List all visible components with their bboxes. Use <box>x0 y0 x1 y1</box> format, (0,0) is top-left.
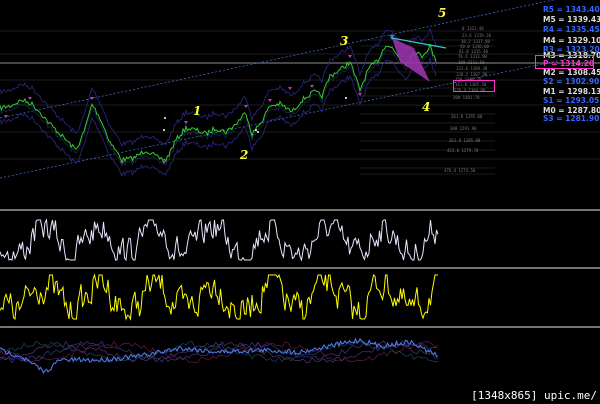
pivot-level-label: R5 = 1343.40 <box>543 5 600 14</box>
pivot-highlight-box <box>535 55 594 69</box>
dot-marker <box>345 97 347 99</box>
wave-label-3: 3 <box>340 34 349 48</box>
image-caption: [1348x865] upic.me/ <box>471 389 597 402</box>
fib-level-label: 23.6 1319.20 <box>462 33 491 38</box>
fib-level-label: 123.6 1309.30 <box>456 66 488 71</box>
wave-label-1: 1 <box>193 104 202 118</box>
dot-marker <box>255 129 257 131</box>
fib-level-label: 0 1321.48 <box>462 26 484 31</box>
price-highlight-box <box>453 80 495 92</box>
fib-level-label: 261.8 1295.60 <box>451 114 483 119</box>
fib-level-label: 361.8 1285.80 <box>449 138 481 143</box>
pivot-level-label: M5 = 1339.43 <box>543 15 600 24</box>
pivot-level-label: S1 = 1293.05 <box>543 96 600 105</box>
pivot-level-label: R4 = 1335.45 <box>543 25 600 34</box>
dot-marker <box>163 129 165 131</box>
dot-marker <box>164 117 166 119</box>
wave-label-5: 5 <box>438 6 447 20</box>
pivot-level-label: S2 = 1302.90 <box>543 77 600 86</box>
pivot-level-label: M4 = 1329.10 <box>543 36 600 45</box>
fib-level-label: 100 1311.60 <box>458 60 485 65</box>
fib-level-label: 423.6 1279.70 <box>447 148 479 153</box>
pivot-level-label: M2 = 1308.45 <box>543 68 600 77</box>
trading-chart[interactable] <box>0 0 600 404</box>
pivot-level-label: M1 = 1298.13 <box>543 87 600 96</box>
pivot-level-label: S3 = 1281.90 <box>543 114 600 123</box>
fib-level-label: 76.4 1313.90 <box>458 54 487 59</box>
fib-level-label: 300 1291.90 <box>450 126 477 131</box>
fib-level-label: 476.4 1274.50 <box>444 168 476 173</box>
wave-label-4: 4 <box>422 100 431 114</box>
fib-level-label: 200 1301.70 <box>453 95 480 100</box>
dot-marker <box>257 131 259 133</box>
wave-label-2: 2 <box>240 148 249 162</box>
